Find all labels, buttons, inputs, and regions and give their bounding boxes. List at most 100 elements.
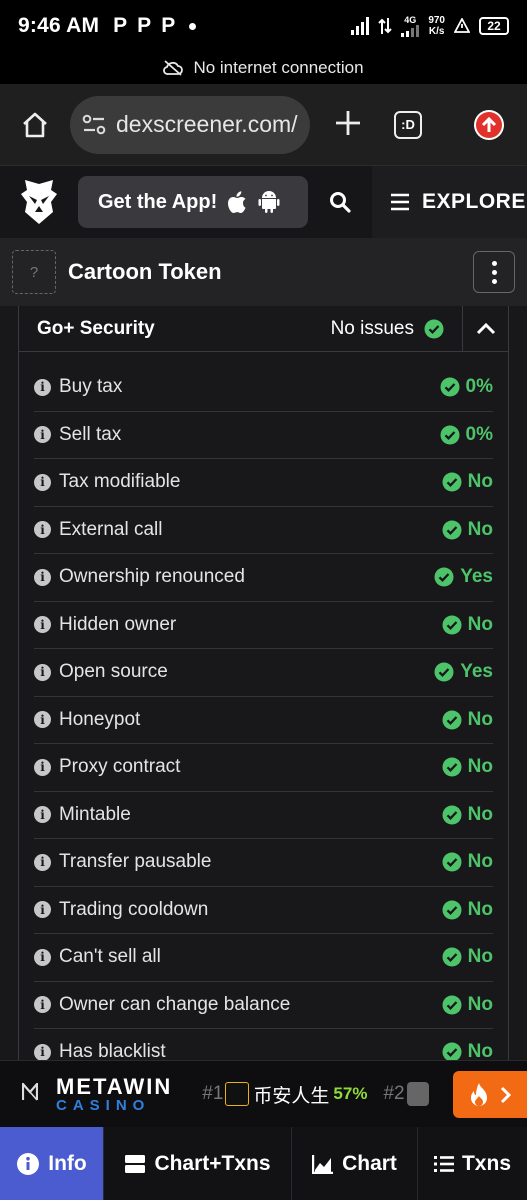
home-icon [23,112,47,137]
fire-icon [471,1082,487,1106]
casino-text: CASINO [56,1096,151,1114]
security-panel: Go+ Security No issues i Buy tax 0% i Sell t… [18,306,509,1060]
security-item-label: Hidden owner [59,613,177,635]
security-status: No issues [331,318,462,340]
security-item-value: No [467,1041,493,1060]
eagle-logo-icon [21,180,57,224]
token-image-placeholder: ? [12,250,56,294]
security-item-label: Sell tax [59,423,122,445]
security-title: Go+ Security [37,317,155,339]
security-row: i Mintable No [34,792,493,839]
connectivity-text: No internet connection [193,58,364,77]
check-circle-icon [442,520,462,540]
tab-info-label: Info [48,1151,87,1175]
metawin-text: METAWIN [56,1073,173,1099]
info-circle-icon[interactable]: i [34,473,51,491]
browser-toolbar: dexscreener.com/ :D [0,84,527,166]
info-circle-icon[interactable]: i [34,1043,51,1060]
hamburger-icon [391,193,409,211]
info-circle-icon[interactable]: i [34,758,51,776]
security-item-result: No [442,899,493,921]
home-button[interactable] [0,111,70,139]
info-circle-icon[interactable]: i [34,948,51,966]
update-button[interactable] [474,109,504,140]
tab-info[interactable]: Info [0,1127,104,1200]
security-row: i External call No [34,507,493,554]
security-item-value: 0% [465,376,493,398]
site-header: Get the App! EXPLORE [0,166,527,238]
explore-button[interactable]: EXPLORE [372,166,527,238]
info-circle-icon[interactable]: i [34,663,51,681]
site-settings-icon[interactable] [82,114,106,136]
address-bar[interactable]: dexscreener.com/ [70,95,310,154]
check-circle-icon [434,567,454,587]
check-circle-icon [442,710,462,730]
kebab-dot [491,278,497,284]
network-type: 4G [404,14,417,25]
security-item-label: Tax modifiable [59,471,181,493]
info-circle-icon[interactable]: i [34,806,51,824]
security-item-value: No [467,946,493,968]
data-transfer-icon [378,18,393,34]
tab-chart[interactable]: Chart [292,1127,418,1200]
info-circle-icon[interactable]: i [34,711,51,729]
status-time: 9:46 AM [18,14,100,37]
check-circle-icon [440,425,460,445]
tab-txns[interactable]: Txns [418,1127,527,1200]
tab-switcher-button[interactable]: :D [394,110,422,139]
security-content: Go+ Security No issues i Buy tax 0% i Sell t… [0,306,527,1060]
info-circle-icon[interactable]: i [34,521,51,539]
security-item-label: Owner can change balance [59,993,291,1015]
check-circle-icon [442,757,462,777]
security-item-result: No [442,994,493,1016]
security-row: i Sell tax 0% [34,412,493,459]
security-item-label: Proxy contract [59,756,181,778]
security-header[interactable]: Go+ Security No issues [19,306,508,352]
new-tab-button[interactable] [310,103,386,146]
ad-banner[interactable]: METAWIN CASINO #1 币安人生 57% #2 [0,1060,527,1127]
check-circle-icon [440,377,460,397]
token-bar: ? Cartoon Token [0,238,527,306]
collapse-button[interactable] [462,306,508,352]
more-notifications-dot [189,22,197,30]
info-circle-icon[interactable]: i [34,426,51,444]
security-status-text: No issues [330,317,414,339]
chevron-up-icon [476,322,495,334]
warning-icon [454,18,470,33]
tab-chart-txns-label: Chart+Txns [154,1151,271,1175]
security-item-value: No [467,756,493,778]
security-row: i Honeypot No [34,697,493,744]
search-button[interactable] [308,191,372,213]
dexscreener-logo[interactable] [0,180,78,224]
info-circle-icon[interactable]: i [34,901,51,919]
info-circle-icon[interactable]: i [34,853,51,871]
trending-1-rank: #1 [202,1083,224,1104]
get-the-app-button[interactable]: Get the App! [78,176,308,228]
trending-1-token-icon [225,1082,250,1106]
info-circle-icon[interactable]: i [34,378,51,396]
security-item-value: No [467,898,493,920]
security-item-result: 0% [440,376,493,398]
trending-button[interactable] [453,1071,527,1118]
tab-chart-txns[interactable]: Chart+Txns [104,1127,292,1200]
chevron-right-icon [500,1086,512,1103]
security-item-value: No [467,993,493,1015]
security-row: i Hidden owner No [34,602,493,649]
token-menu-button[interactable] [473,251,515,293]
info-circle-icon[interactable]: i [34,996,51,1014]
metawin-mark-icon [21,1080,39,1106]
explore-label: EXPLORE [422,190,526,213]
check-circle-icon [442,805,462,825]
info-circle-icon[interactable]: i [34,616,51,634]
url-text: dexscreener.com/ [116,111,298,137]
security-item-label: Ownership renounced [59,566,245,588]
bottom-tab-bar: Info Chart+Txns Chart Txns [0,1127,527,1200]
info-circle-icon[interactable]: i [34,568,51,586]
check-circle-icon [442,615,462,635]
security-item-value: Yes [460,566,493,588]
check-circle-icon [442,900,462,920]
security-list: i Buy tax 0% i Sell tax 0% i Tax modifiable No i E… [19,352,508,1060]
security-row: i Proxy contract No [34,744,493,792]
trending-1-name[interactable]: 币安人生 [253,1081,329,1108]
security-item-label: Open source [59,661,168,683]
